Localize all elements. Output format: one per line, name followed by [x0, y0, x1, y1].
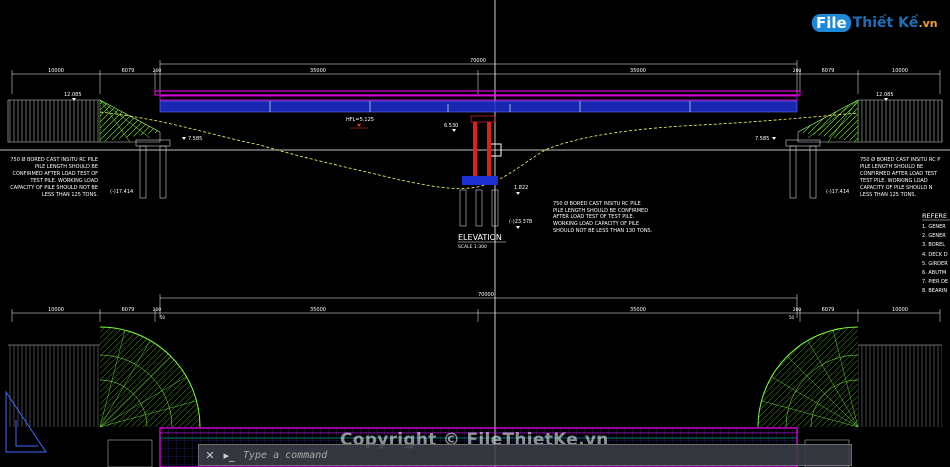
- svg-text:5. GIRDER: 5. GIRDER: [922, 261, 948, 267]
- left-quarter-cone: [8, 326, 201, 428]
- svg-text:TEST PILE. WORKING LOAD: TEST PILE. WORKING LOAD: [859, 178, 928, 184]
- svg-text:CAPACITY OF PILE SHOULD N: CAPACITY OF PILE SHOULD N: [860, 185, 933, 191]
- left-abutment-piles: [135, 139, 171, 199]
- svg-text:PILE LENGTH SHOULD BE: PILE LENGTH SHOULD BE: [860, 164, 923, 170]
- central-pier: 6.530 1.822 (-)23.378: [444, 115, 532, 229]
- command-input[interactable]: [241, 446, 851, 464]
- logo-thietke-text: Thiết Kế: [852, 15, 919, 31]
- svg-text:PILE LENGTH SHOULD BE: PILE LENGTH SHOULD BE: [35, 164, 98, 170]
- right-top-level: 12.085: [876, 92, 894, 98]
- svg-text:35000: 35000: [630, 307, 646, 313]
- elev-dim-5: 35000: [630, 68, 646, 74]
- svg-text:LESS THAN 125 TONS.: LESS THAN 125 TONS.: [860, 192, 916, 198]
- plan-overall-dim: 70000: [478, 292, 494, 298]
- svg-text:10000: 10000: [48, 307, 64, 313]
- svg-text:35000: 35000: [310, 307, 326, 313]
- svg-text:HFL=5.125: HFL=5.125: [346, 117, 374, 123]
- logo-domain-text: .vn: [918, 16, 938, 30]
- svg-text:LESS THAN 125 TONS.: LESS THAN 125 TONS.: [42, 192, 98, 198]
- note-right: 750 Ø BORED CAST INSITU RC P PILE LENGTH…: [859, 156, 940, 198]
- drawing-canvas[interactable]: 70000 10000 6079 200 35000 35000 200 607…: [0, 0, 950, 467]
- right-pile-bottom: (-)17.414: [826, 189, 849, 195]
- elevation-scale: SCALE 1:300: [458, 244, 487, 250]
- svg-text:SHOULD NOT BE LESS THAN 130 TO: SHOULD NOT BE LESS THAN 130 TONS.: [553, 228, 653, 234]
- svg-text:10000: 10000: [892, 307, 908, 313]
- references-list: REFERE 1. GENER 2. GENER 3. BOREL 4. DEC…: [922, 212, 950, 294]
- hfl-marker: HFL=5.125: [346, 117, 374, 129]
- elev-dim-8: 10000: [892, 68, 908, 74]
- svg-text:1. GENER: 1. GENER: [922, 224, 946, 230]
- command-line[interactable]: ✕ ▸_: [198, 444, 852, 466]
- svg-text:200: 200: [793, 307, 802, 313]
- elevation-title: ELEVATION: [458, 233, 502, 242]
- svg-text:3. BOREL: 3. BOREL: [922, 242, 945, 248]
- svg-text:50: 50: [160, 315, 166, 320]
- svg-text:2. GENER: 2. GENER: [922, 233, 946, 239]
- plan-dimensions: 70000 10000 6079 200 35000 35000 200 607…: [11, 292, 941, 322]
- svg-text:1.822: 1.822: [514, 185, 528, 191]
- right-quarter-cone: [757, 326, 942, 428]
- site-logo: File Thiết Kế .vn: [812, 14, 938, 32]
- left-top-level: 12.085: [64, 92, 82, 98]
- elev-dim-6: 200: [793, 68, 802, 74]
- note-left: 750 Ø BORED CAST INSITU RC PILE PILE LEN…: [10, 156, 98, 198]
- svg-text:750 Ø BORED CAST INSITU RC P: 750 Ø BORED CAST INSITU RC P: [860, 156, 940, 163]
- left-ground-level: 7.585: [188, 136, 202, 142]
- elev-dim-2: 6079: [122, 68, 135, 74]
- elev-dim-3: 200: [153, 68, 162, 74]
- svg-text:750 Ø BORED CAST INSITU RC PIL: 750 Ø BORED CAST INSITU RC PILE: [553, 200, 641, 207]
- elev-dim-7: 6079: [822, 68, 835, 74]
- elev-dim-1: 10000: [48, 68, 64, 74]
- recent-commands-icon[interactable]: ▸_: [221, 447, 237, 463]
- elevation-overall-dim: 70000: [470, 58, 486, 64]
- note-center: 750 Ø BORED CAST INSITU RC PILE PILE LEN…: [553, 200, 653, 234]
- svg-text:6.530: 6.530: [444, 123, 458, 129]
- logo-file-text: File: [812, 14, 851, 32]
- elev-dim-4: 35000: [310, 68, 326, 74]
- svg-text:4. DECK D: 4. DECK D: [922, 252, 948, 258]
- bridge-deck: [154, 90, 801, 113]
- svg-text:AFTER LOAD TEST OF TEST PILE.: AFTER LOAD TEST OF TEST PILE.: [553, 214, 635, 220]
- svg-text:CAPACITY OF PILE SHOULD NOT B: CAPACITY OF PILE SHOULD NOT BE: [10, 185, 98, 191]
- svg-text:50: 50: [789, 315, 795, 320]
- svg-text:CONFIRMED AFTER LOAD TEST: CONFIRMED AFTER LOAD TEST: [860, 171, 938, 177]
- right-ground-level: 7.585: [755, 136, 769, 142]
- svg-text:8. BEARIN: 8. BEARIN: [922, 288, 947, 294]
- left-pile-bottom: (-)17.414: [110, 189, 133, 195]
- svg-text:6079: 6079: [822, 307, 835, 313]
- svg-text:7. PIER DE: 7. PIER DE: [922, 279, 948, 285]
- svg-text:200: 200: [153, 307, 162, 313]
- svg-text:TEST PILE. WORKING LOAD: TEST PILE. WORKING LOAD: [29, 178, 98, 184]
- svg-text:6. ABUTM: 6. ABUTM: [922, 270, 946, 276]
- right-abutment-piles: [785, 139, 821, 199]
- svg-text:CONFIRMED AFTER LOAD TEST OF: CONFIRMED AFTER LOAD TEST OF: [12, 171, 98, 177]
- svg-text:REFERE: REFERE: [922, 212, 947, 220]
- svg-text:(-)23.378: (-)23.378: [509, 219, 532, 225]
- close-icon[interactable]: ✕: [202, 447, 218, 463]
- svg-text:750 Ø BORED CAST INSITU RC PIL: 750 Ø BORED CAST INSITU RC PILE: [10, 156, 98, 163]
- svg-text:6079: 6079: [122, 307, 135, 313]
- right-approach-embankment: 12.085: [797, 92, 943, 143]
- elevation-dimensions: 70000 10000 6079 200 35000 35000 200 607…: [11, 58, 941, 94]
- svg-text:WORKING LOAD CAPACITY OF PILE: WORKING LOAD CAPACITY OF PILE: [553, 221, 639, 227]
